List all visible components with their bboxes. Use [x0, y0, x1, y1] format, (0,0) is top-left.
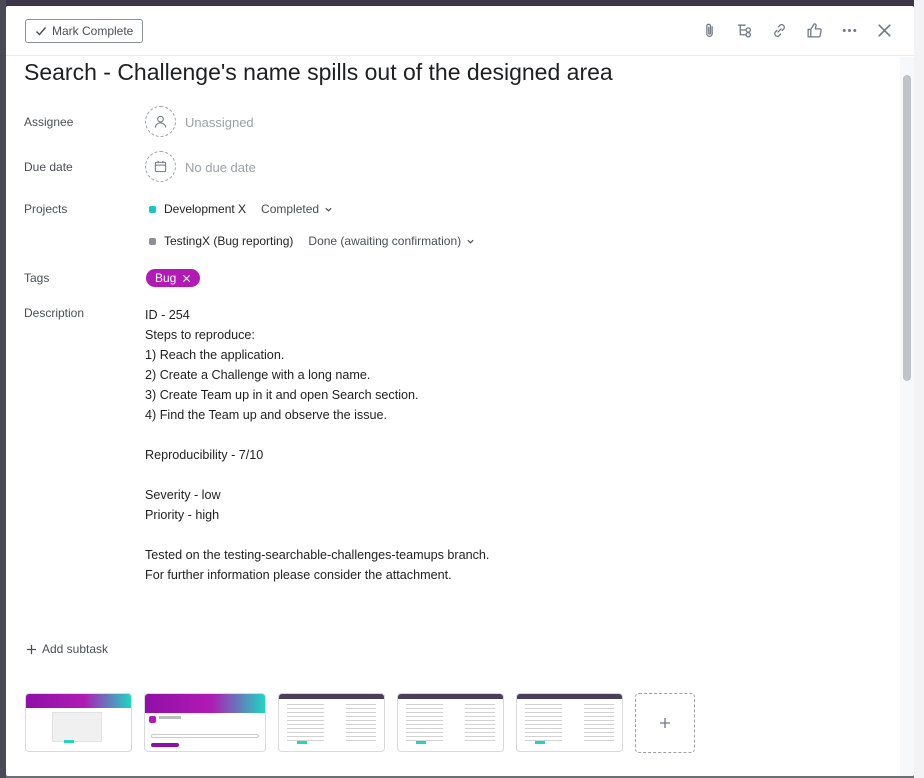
tag-pill[interactable]: Bug	[146, 269, 201, 287]
assignee-value[interactable]: Unassigned	[185, 115, 254, 130]
attachment-thumbnail[interactable]	[278, 693, 385, 752]
add-subtask-button[interactable]: Add subtask	[26, 642, 108, 656]
remove-tag-icon[interactable]	[182, 274, 191, 283]
description-line: Tested on the testing-searchable-challen…	[145, 548, 490, 562]
scrollbar-thumb[interactable]	[903, 75, 911, 381]
project-row[interactable]: TestingX (Bug reporting) Done (awaiting …	[149, 234, 475, 248]
add-attachment-button[interactable]	[635, 693, 695, 753]
attachment-thumbnail[interactable]	[144, 693, 266, 752]
task-detail-modal: Mark Complete Search - Challenge's name …	[6, 6, 914, 776]
description-line: 4) Find the Team up and observe the issu…	[145, 408, 387, 422]
tags-label: Tags	[24, 271, 50, 285]
attachment-thumbnail[interactable]	[397, 693, 504, 752]
description-text[interactable]: ID - 254 Steps to reproduce: 1) Reach the …	[145, 305, 489, 585]
add-subtask-label: Add subtask	[42, 642, 109, 656]
scrollbar[interactable]	[900, 57, 914, 776]
description-label: Description	[24, 306, 85, 320]
plus-icon	[26, 644, 37, 654]
link-icon[interactable]	[768, 19, 791, 42]
description-line	[145, 525, 489, 545]
paperclip-icon[interactable]	[698, 19, 721, 42]
description-line: 1) Reach the application.	[145, 348, 285, 362]
task-body: Search - Challenge's name spills out of …	[6, 57, 900, 776]
subtasks-icon[interactable]	[733, 19, 756, 42]
description-line: 2) Create a Challenge with a long name.	[145, 368, 371, 382]
projects-label: Projects	[24, 202, 68, 216]
like-icon[interactable]	[803, 19, 826, 42]
person-icon	[154, 115, 167, 128]
assignee-avatar-placeholder[interactable]	[145, 106, 176, 137]
description-line: For further information please consider …	[145, 568, 452, 582]
project-section-label: Done (awaiting confirmation)	[308, 234, 462, 248]
attachment-thumbnail[interactable]	[516, 693, 623, 752]
close-icon[interactable]	[873, 19, 896, 42]
project-name[interactable]: TestingX (Bug reporting)	[164, 234, 293, 248]
task-toolbar: Mark Complete	[6, 6, 914, 56]
tag-name: Bug	[155, 271, 177, 285]
description-line: ID - 254	[145, 308, 190, 322]
project-section-dropdown[interactable]: Completed	[261, 202, 333, 216]
more-icon[interactable]	[838, 19, 861, 42]
due-date-label: Due date	[24, 160, 73, 174]
description-line	[145, 425, 489, 445]
project-color-dot	[149, 205, 156, 213]
due-date-value[interactable]: No due date	[185, 160, 256, 175]
task-title[interactable]: Search - Challenge's name spills out of …	[24, 59, 613, 86]
description-line: Priority - high	[145, 508, 220, 522]
mark-complete-button[interactable]: Mark Complete	[25, 18, 144, 43]
description-line: Steps to reproduce:	[145, 328, 255, 342]
chevron-down-icon	[325, 207, 332, 212]
project-row[interactable]: Development X Completed	[149, 202, 333, 216]
project-color-dot	[149, 237, 156, 245]
attachment-thumbnail[interactable]	[25, 693, 132, 752]
description-line: Reproducibility - 7/10	[145, 448, 264, 462]
attachments-strip	[25, 693, 695, 753]
description-line	[145, 465, 489, 485]
assignee-label: Assignee	[24, 115, 74, 129]
description-line: 3) Create Team up in it and open Search …	[145, 388, 419, 402]
chevron-down-icon	[467, 239, 474, 244]
project-section-label: Completed	[261, 202, 320, 216]
plus-icon	[660, 718, 670, 728]
mark-complete-label: Mark Complete	[52, 23, 134, 38]
due-date-picker[interactable]	[145, 151, 176, 182]
check-icon	[36, 26, 47, 36]
project-section-dropdown[interactable]: Done (awaiting confirmation)	[308, 234, 475, 248]
calendar-icon	[154, 160, 167, 173]
description-line: Severity - low	[145, 488, 221, 502]
project-name[interactable]: Development X	[164, 202, 246, 216]
